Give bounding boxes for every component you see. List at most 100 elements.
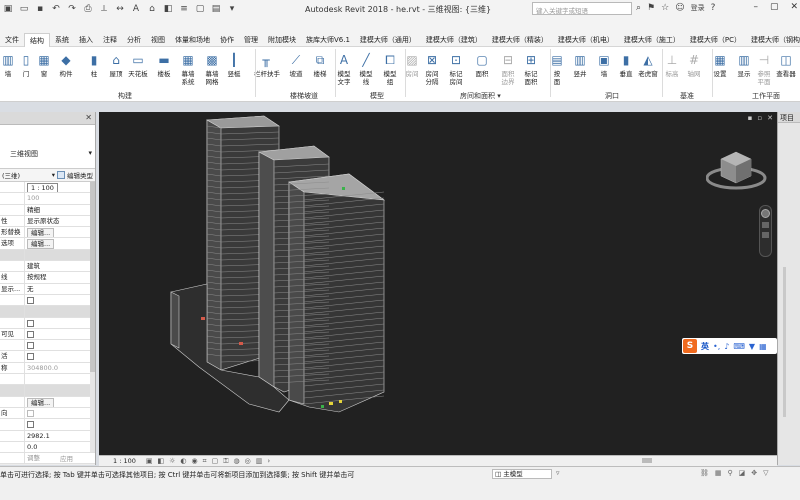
favorite-icon[interactable]: ☆ — [661, 3, 669, 13]
crop-region-icon[interactable]: ▢ — [212, 457, 219, 465]
filter-icon[interactable]: ▽ — [763, 469, 768, 477]
property-value[interactable] — [24, 340, 95, 351]
redo-icon[interactable]: ↷ — [66, 3, 78, 15]
edit-button[interactable]: 编辑... — [27, 397, 55, 407]
toolbox-icon[interactable]: ▦ — [759, 342, 767, 351]
tool-railing[interactable]: ╥ 栏杆扶手 — [254, 50, 280, 78]
tab-10[interactable]: 附加模块 — [263, 33, 301, 47]
property-value[interactable]: 304800.0 — [24, 362, 95, 374]
tool-ref-plane[interactable]: ⊣ 参照 平面 — [752, 50, 776, 86]
3d-view-icon[interactable]: ⌂ — [146, 3, 158, 15]
tab-9[interactable]: 管理 — [239, 33, 263, 47]
tool-vertical-opening[interactable]: ▮ 垂直 — [614, 50, 638, 78]
select-underlay-icon[interactable]: ▦ — [715, 469, 722, 477]
ime-mode[interactable]: 英 — [701, 341, 709, 352]
property-value[interactable] — [24, 407, 95, 419]
minimize-icon[interactable]: – — [753, 2, 758, 12]
select-face-icon[interactable]: ◪ — [739, 469, 746, 477]
tool-level[interactable]: ⊥ 标高 — [660, 50, 684, 78]
horizontal-scrollbar[interactable] — [642, 458, 652, 463]
tab-3[interactable]: 插入 — [74, 33, 98, 47]
property-value[interactable] — [24, 419, 95, 430]
thin-lines-icon[interactable]: ≡ — [178, 3, 190, 15]
editable-only-icon[interactable]: ▿ — [556, 469, 560, 477]
subscription-icon[interactable]: ⚑ — [647, 3, 655, 13]
select-links-icon[interactable]: ⛓ — [700, 469, 709, 477]
tab-17[interactable]: 建模大师（PC） — [685, 33, 746, 47]
property-value[interactable]: 精细 — [24, 204, 95, 215]
tool-ramp[interactable]: ⟋ 坡道 — [284, 50, 308, 79]
project-browser-scrollbar[interactable] — [783, 267, 786, 417]
open-icon[interactable]: ▭ — [18, 3, 30, 15]
section-icon[interactable]: ◧ — [162, 3, 174, 15]
shadows-icon[interactable]: ◐ — [180, 457, 186, 465]
property-value[interactable]: 0.0 — [24, 441, 95, 453]
property-group-header[interactable] — [0, 385, 95, 397]
viewcube[interactable] — [706, 148, 770, 200]
tool-model-group[interactable]: ⧠ 模型 组 — [378, 50, 402, 87]
tool-column[interactable]: ▮ 柱 — [82, 50, 106, 78]
pan-icon[interactable] — [762, 232, 769, 238]
tab-12[interactable]: 建模大师（通用） — [355, 33, 421, 47]
tool-model-line[interactable]: ╱ 模型 线 — [354, 50, 378, 86]
property-value[interactable] — [24, 328, 95, 340]
dimension-icon[interactable]: ↔ — [114, 3, 126, 15]
tool-area[interactable]: ▢ 面积 — [470, 50, 494, 78]
tab-15[interactable]: 建模大师（机电） — [553, 33, 619, 47]
zoom-icon[interactable] — [762, 222, 769, 228]
tool-tag-room[interactable]: ⊡ 标记 房间 — [444, 50, 468, 86]
property-group-header[interactable] — [0, 249, 95, 262]
microphone-icon[interactable]: ♪ — [724, 342, 729, 351]
tool-floor[interactable]: ▬ 楼板 — [152, 50, 176, 78]
user-icon[interactable]: ☺ — [675, 3, 684, 13]
property-value[interactable]: 编辑... — [24, 396, 95, 407]
punctuation-icon[interactable]: •, — [713, 342, 720, 351]
app-menu-icon[interactable]: ▣ — [2, 3, 14, 15]
apply-button[interactable]: 应用 — [60, 453, 73, 463]
view-selector[interactable]: (三维) — [2, 170, 20, 180]
tab-6[interactable]: 视图 — [146, 33, 170, 47]
sogou-logo-icon[interactable]: S — [683, 339, 697, 353]
switch-windows-icon[interactable]: ▤ — [210, 3, 222, 15]
3d-viewport[interactable]: ▪ ▫ ✕ S 英 •, ♪ ⌨ ▼ ▦ — [99, 112, 777, 455]
tool-wall-opening[interactable]: ▣ 墙 — [592, 50, 616, 78]
edit-button[interactable]: 编辑... — [27, 228, 55, 238]
qat-dropdown-icon[interactable]: ▾ — [226, 3, 238, 15]
reveal-hidden-icon[interactable]: ◎ — [245, 457, 251, 465]
checkbox[interactable] — [27, 409, 34, 417]
visual-style-icon[interactable]: ◧ — [158, 457, 165, 465]
lock-view-icon[interactable]: ⚿ — [223, 457, 228, 466]
crop-icon[interactable]: ⌗ — [203, 457, 207, 466]
skin-icon[interactable]: ▼ — [749, 342, 755, 351]
scale-input[interactable]: 1 : 100 — [27, 183, 58, 193]
tool-room-separator[interactable]: ⊠ 房间 分隔 — [420, 50, 444, 86]
property-value[interactable]: 编辑... — [24, 227, 95, 238]
tab-5[interactable]: 分析 — [122, 33, 146, 47]
tab-11[interactable]: 族库大师V6.1 — [301, 33, 355, 47]
drag-elements-icon[interactable]: ✥ — [751, 469, 757, 477]
highlight-displacement-icon[interactable]: › — [267, 457, 270, 465]
tab-4[interactable]: 注释 — [98, 33, 122, 47]
sun-path-icon[interactable]: ☼ — [169, 457, 175, 465]
login-link[interactable]: 登录 — [691, 3, 705, 13]
property-value[interactable]: 按规程 — [24, 272, 95, 283]
property-value[interactable] — [24, 385, 95, 396]
maximize-icon[interactable]: ▢ — [770, 2, 779, 12]
detail-level-icon[interactable]: ▣ — [146, 457, 153, 465]
tool-roof[interactable]: ⌂ 屋顶 — [104, 50, 128, 78]
property-group-header[interactable] — [0, 306, 95, 318]
checkbox[interactable] — [27, 421, 34, 429]
temp-hide-icon[interactable]: ◍ — [234, 457, 240, 465]
property-value[interactable] — [24, 249, 95, 261]
property-value[interactable] — [24, 306, 95, 317]
tool-curtain-grid[interactable]: ▩ 幕墙 网格 — [200, 50, 224, 86]
edit-button[interactable]: 编辑... — [27, 239, 55, 249]
checkbox[interactable] — [27, 342, 34, 350]
tool-grid[interactable]: # 轴网 — [682, 50, 706, 78]
tool-stair[interactable]: ⧉ 楼梯 — [308, 50, 332, 79]
tool-tag-area[interactable]: ⊞ 标记 面积 — [519, 50, 543, 86]
property-value[interactable]: 100 — [24, 193, 95, 204]
scrollbar-thumb[interactable] — [90, 182, 95, 372]
property-value[interactable]: 2982.1 — [24, 430, 95, 441]
help-icon[interactable]: ? — [711, 3, 716, 13]
